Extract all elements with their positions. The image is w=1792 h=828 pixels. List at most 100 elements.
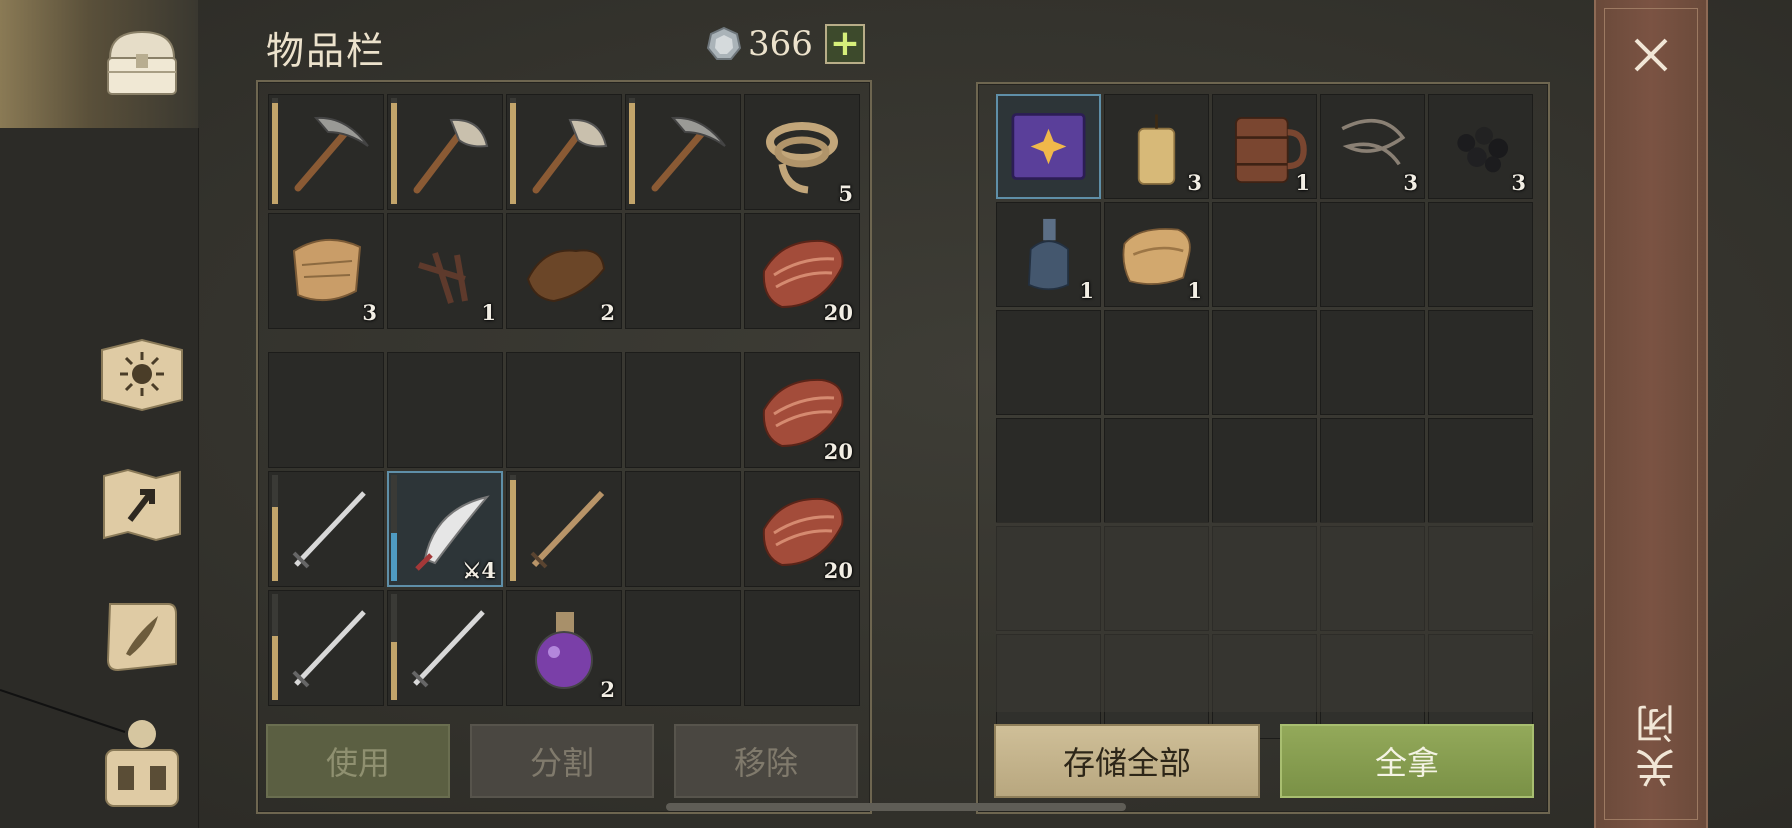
empty-slot[interactable] bbox=[1320, 202, 1425, 307]
empty-slot[interactable] bbox=[387, 352, 503, 468]
wooden-sword-icon bbox=[530, 490, 605, 569]
inventory-slot[interactable]: 2 bbox=[506, 213, 622, 329]
item-count: 3 bbox=[1403, 170, 1418, 195]
pickaxe-icon bbox=[651, 116, 726, 192]
empty-slot[interactable] bbox=[1428, 418, 1533, 523]
sword-icon bbox=[292, 491, 366, 569]
add-currency-button[interactable]: + bbox=[824, 24, 865, 64]
inventory-slot[interactable]: 5 bbox=[744, 94, 860, 210]
close-label[interactable]: 关闭 bbox=[1630, 700, 1682, 788]
sidebar bbox=[0, 0, 199, 828]
empty-slot[interactable] bbox=[625, 213, 741, 329]
empty-slot[interactable] bbox=[1428, 310, 1533, 415]
inventory-slot[interactable] bbox=[268, 471, 384, 587]
take-all-button[interactable]: 全拿 bbox=[1280, 724, 1534, 798]
close-panel-border bbox=[1604, 8, 1698, 820]
item-count: 1 bbox=[1295, 170, 1310, 195]
inventory-slot[interactable]: 3 bbox=[1428, 94, 1533, 199]
inventory-slot[interactable] bbox=[387, 94, 503, 210]
inventory-slot[interactable] bbox=[506, 94, 622, 210]
rope-icon bbox=[766, 122, 838, 194]
inventory-slot[interactable]: 3 bbox=[268, 213, 384, 329]
inventory-slot[interactable]: 3 bbox=[1320, 94, 1425, 199]
close-icon[interactable] bbox=[1626, 30, 1676, 80]
inventory-slot[interactable]: 1 bbox=[996, 202, 1101, 307]
empty-slot[interactable] bbox=[1212, 202, 1317, 307]
empty-slot[interactable] bbox=[625, 471, 741, 587]
nails-icon bbox=[418, 252, 468, 304]
stroke-mark bbox=[0, 689, 126, 733]
backpack-grid: 20 ⚔4 20 2 bbox=[268, 352, 860, 706]
scroll-quill-icon[interactable] bbox=[96, 594, 188, 678]
item-count: 3 bbox=[362, 300, 377, 325]
empty-slot[interactable] bbox=[1212, 418, 1317, 523]
inventory-slot[interactable]: 20 bbox=[744, 352, 860, 468]
inventory-title: 物品栏 bbox=[266, 29, 387, 73]
store-all-button[interactable]: 存储全部 bbox=[994, 724, 1260, 798]
empty-slot[interactable] bbox=[996, 310, 1101, 415]
leather-icon bbox=[526, 249, 606, 303]
empty-slot[interactable] bbox=[996, 526, 1101, 631]
item-count: 1 bbox=[1187, 278, 1202, 303]
item-count: 5 bbox=[838, 181, 853, 206]
empty-slot[interactable] bbox=[1212, 310, 1317, 415]
remove-button[interactable]: 移除 bbox=[674, 724, 858, 798]
empty-slot[interactable] bbox=[1104, 526, 1209, 631]
inventory-slot[interactable]: 1 bbox=[1104, 202, 1209, 307]
fiber-cloth-icon bbox=[292, 238, 362, 302]
chest-icon[interactable] bbox=[96, 22, 188, 106]
sun-book-icon[interactable] bbox=[96, 330, 188, 414]
home-indicator bbox=[666, 803, 1126, 811]
empty-slot[interactable] bbox=[625, 590, 741, 706]
inventory-slot[interactable] bbox=[625, 94, 741, 210]
empty-slot[interactable] bbox=[1428, 526, 1533, 631]
map-icon[interactable] bbox=[96, 462, 188, 546]
inventory-slot[interactable]: 3 bbox=[1104, 94, 1209, 199]
empty-slot[interactable] bbox=[1428, 202, 1533, 307]
currency-amount: 366 bbox=[748, 24, 813, 64]
equipment-grid: 5 3 1 2 20 bbox=[268, 94, 860, 329]
split-button[interactable]: 分割 bbox=[470, 724, 654, 798]
empty-slot[interactable] bbox=[1320, 418, 1425, 523]
inventory-slot[interactable]: 2 bbox=[506, 590, 622, 706]
empty-slot[interactable] bbox=[1320, 310, 1425, 415]
axe-icon bbox=[532, 118, 608, 194]
item-count: 2 bbox=[600, 300, 615, 325]
currency-display: 366 + bbox=[706, 24, 865, 64]
inventory-slot[interactable] bbox=[506, 471, 622, 587]
sword-icon bbox=[292, 610, 366, 688]
empty-slot[interactable] bbox=[1104, 310, 1209, 415]
item-count: 3 bbox=[1511, 170, 1526, 195]
empty-slot[interactable] bbox=[1104, 418, 1209, 523]
item-count: 20 bbox=[823, 558, 853, 583]
empty-slot[interactable] bbox=[996, 418, 1101, 523]
axe-icon bbox=[413, 118, 489, 194]
empty-slot[interactable] bbox=[1320, 526, 1425, 631]
pickaxe-icon bbox=[294, 116, 369, 192]
close-panel[interactable]: 关闭 bbox=[1594, 0, 1708, 828]
inventory-slot[interactable]: ⚔4 bbox=[387, 471, 503, 587]
use-button[interactable]: 使用 bbox=[266, 724, 450, 798]
item-count: 2 bbox=[600, 677, 615, 702]
item-count: 1 bbox=[481, 300, 496, 325]
item-count: 20 bbox=[823, 439, 853, 464]
inventory-slot[interactable] bbox=[996, 94, 1101, 199]
spellbook-icon bbox=[1011, 113, 1086, 180]
empty-slot[interactable] bbox=[625, 352, 741, 468]
inventory-slot[interactable] bbox=[268, 590, 384, 706]
storage-grid: 3 1 3 3 1 1 bbox=[996, 94, 1533, 739]
inventory-slot[interactable]: 20 bbox=[744, 471, 860, 587]
empty-slot[interactable] bbox=[1212, 526, 1317, 631]
inventory-slot[interactable] bbox=[268, 94, 384, 210]
empty-slot[interactable] bbox=[506, 352, 622, 468]
item-count: 1 bbox=[1079, 278, 1094, 303]
item-count: 20 bbox=[823, 300, 853, 325]
empty-slot[interactable] bbox=[744, 590, 860, 706]
potion-icon bbox=[535, 612, 593, 689]
inventory-slot[interactable]: 1 bbox=[387, 213, 503, 329]
inventory-slot[interactable]: 1 bbox=[1212, 94, 1317, 199]
sword-icon bbox=[411, 610, 485, 688]
inventory-slot[interactable]: 20 bbox=[744, 213, 860, 329]
inventory-slot[interactable] bbox=[387, 590, 503, 706]
empty-slot[interactable] bbox=[268, 352, 384, 468]
